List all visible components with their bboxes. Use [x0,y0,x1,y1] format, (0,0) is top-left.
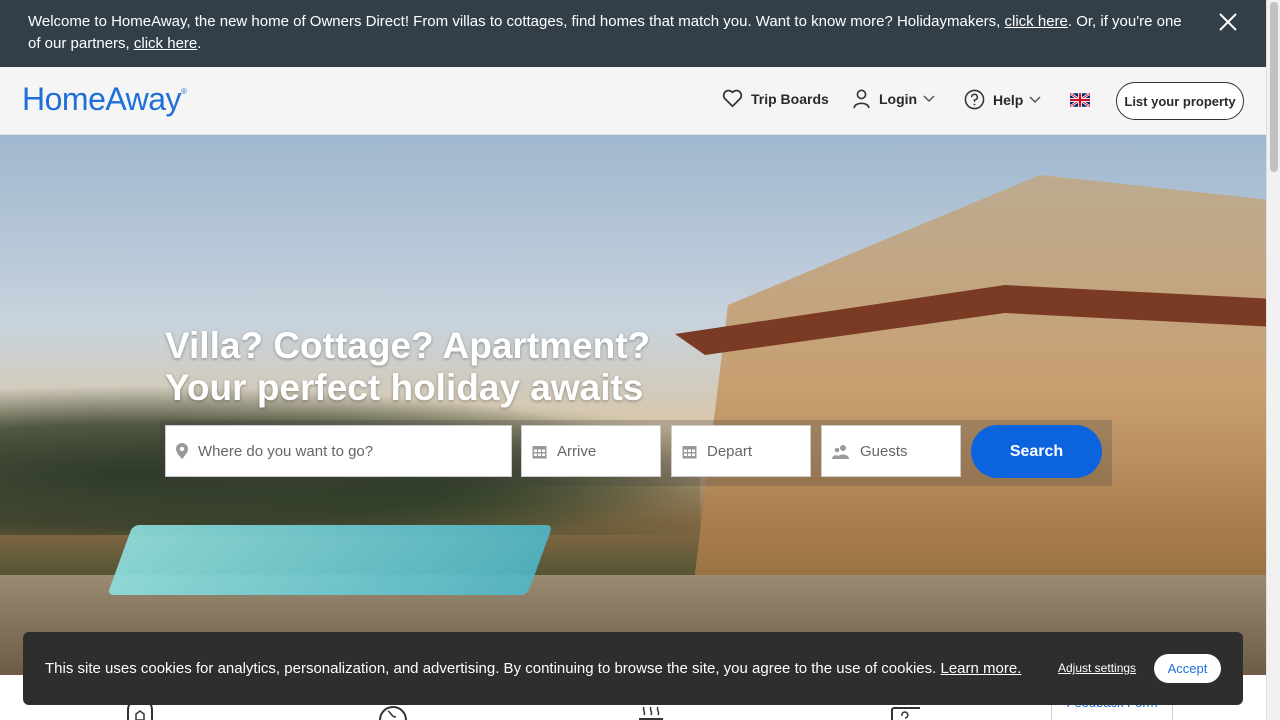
calendar-icon [532,445,547,458]
scrollbar-thumb[interactable] [1270,2,1278,172]
depart-field[interactable] [671,425,811,477]
help-card-icon [891,707,920,720]
accept-cookies-button[interactable]: Accept [1154,654,1221,683]
uk-flag-icon[interactable] [1070,93,1090,107]
destination-field[interactable] [165,425,512,477]
arrive-field[interactable] [521,425,661,477]
help-label: Help [993,91,1024,108]
arrive-input[interactable] [555,441,660,461]
hot-tub-icon [639,706,663,720]
logo-text: HomeAway [22,81,182,117]
login-label: Login [879,91,918,107]
help-menu[interactable]: Help [964,89,1049,110]
house-icon [127,705,153,720]
partners-link[interactable]: click here [134,35,197,52]
guests-icon [832,444,849,459]
calendar-icon [682,445,697,458]
learn-more-link[interactable]: Learn more. [941,660,1022,677]
welcome-banner: Welcome to HomeAway, the new home of Own… [0,0,1266,67]
login-menu[interactable]: Login [852,89,943,109]
hero-headline: Villa? Cottage? Apartment? Your perfect … [165,325,650,409]
list-your-property-button[interactable]: List your property [1116,82,1244,120]
search-button[interactable]: Search [971,425,1102,478]
user-icon [853,89,870,109]
close-icon[interactable] [1216,10,1240,34]
logo-registered-mark: ® [181,87,187,96]
trip-boards-link[interactable]: Trip Boards [722,89,829,108]
banner-text-3: . [197,35,202,52]
heart-icon [722,89,743,108]
homeaway-logo[interactable]: HomeAway® [22,81,187,118]
globe-icon [379,706,407,720]
cookie-message: This site uses cookies for analytics, pe… [45,660,941,677]
cookie-banner: This site uses cookies for analytics, pe… [23,632,1243,705]
adjust-settings-link[interactable]: Adjust settings [1058,661,1136,675]
page-scrollbar[interactable] [1266,0,1280,720]
chevron-down-icon [1029,95,1041,103]
holidaymakers-link[interactable]: click here [1005,13,1068,30]
help-icon [964,89,985,110]
cookie-text-container: This site uses cookies for analytics, pe… [45,660,1021,677]
headline-line-1: Villa? Cottage? Apartment? [165,325,651,366]
trip-boards-label: Trip Boards [751,90,829,107]
guests-field[interactable] [821,425,961,477]
guests-input[interactable] [858,441,960,461]
depart-input[interactable] [705,441,810,461]
banner-text: Welcome to HomeAway, the new home of Own… [28,13,1005,30]
site-header: HomeAway® Trip Boards Login Help List yo… [0,67,1266,135]
headline-line-2: Your perfect holiday awaits [165,367,644,408]
hero-pool [107,525,553,595]
map-pin-icon [176,443,188,459]
chevron-down-icon [923,95,935,103]
destination-input[interactable] [196,441,511,461]
